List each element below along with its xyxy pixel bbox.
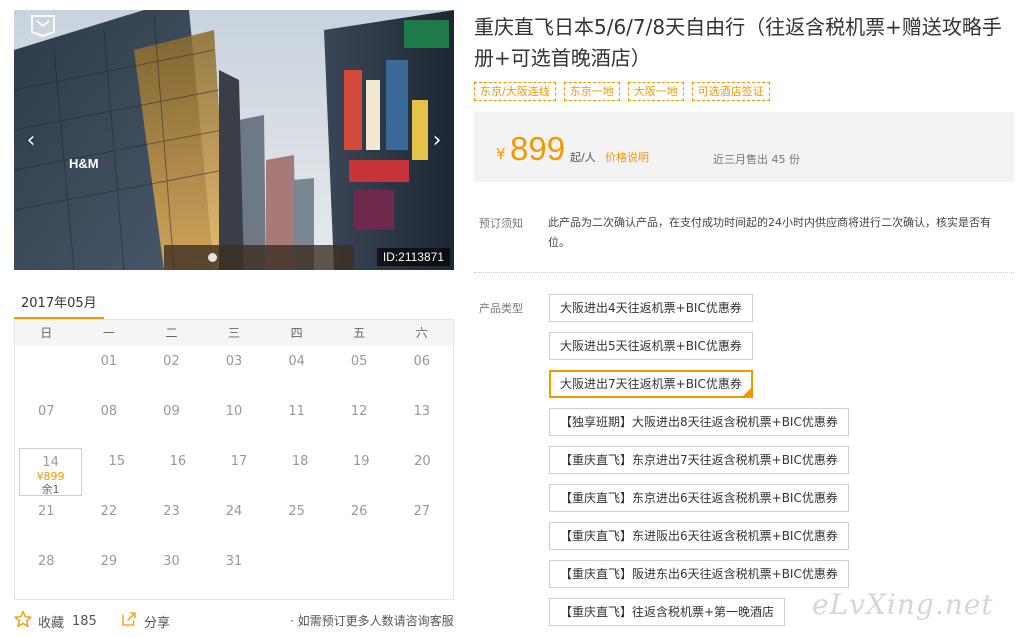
calendar-day-price: ¥899 — [36, 470, 65, 483]
calendar-day: 28 — [38, 554, 55, 569]
product-type-option[interactable]: 【独享班期】大阪进出8天往返含税机票+BIC优惠券 — [549, 408, 849, 436]
sales-count: 近三月售出 45 份 — [713, 153, 800, 166]
calendar-day: 02 — [163, 354, 180, 369]
product-tag[interactable]: 大阪一地 — [627, 82, 684, 101]
calendar-day: 08 — [100, 404, 118, 419]
carousel-indicator-dot[interactable] — [208, 253, 217, 262]
section-divider — [474, 272, 1014, 273]
calendar-day: 17 — [230, 454, 248, 469]
calendar-day: 19 — [353, 454, 370, 469]
share-button[interactable]: 分享 — [120, 610, 170, 632]
currency-symbol: ¥ — [496, 145, 506, 163]
product-type-option-selected[interactable]: 大阪进出7天往返机票+BIC优惠券 — [549, 370, 753, 398]
calendar-month-tab[interactable]: 2017年05月 — [14, 285, 104, 320]
share-label: 分享 — [144, 615, 171, 631]
calendar-day: 30 — [163, 554, 180, 569]
calendar-grid: 01 02 03 04 05 06 07 08 09 10 11 12 13 1… — [15, 346, 453, 596]
price-unit: 起/人 — [570, 151, 596, 164]
calendar-day: 31 — [225, 554, 243, 569]
consult-note: · 如需预订更多人数请咨询客服 — [290, 614, 454, 628]
calendar-day: 04 — [288, 354, 305, 369]
price-explanation-link[interactable]: 价格说明 — [605, 149, 649, 165]
weekday-label: 三 — [228, 326, 241, 340]
calendar-day-number: 14 — [42, 455, 59, 470]
calendar-day — [265, 546, 328, 596]
calendar-day: 16 — [169, 454, 187, 469]
calendar-day: 09 — [163, 404, 180, 419]
price-amount: 899 — [510, 130, 566, 167]
weekday-label: 一 — [102, 326, 115, 340]
share-icon — [120, 610, 138, 632]
weekday-label: 六 — [415, 326, 428, 340]
calendar-day: 23 — [163, 504, 180, 519]
product-type-option[interactable]: 大阪进出5天往返机票+BIC优惠券 — [549, 332, 753, 360]
weekday-label: 四 — [290, 326, 303, 340]
product-tag[interactable]: 东京/大阪连线 — [474, 82, 556, 101]
calendar-week: 14 ¥899 余1 15 16 17 18 19 20 — [15, 446, 453, 496]
calendar-day: 13 — [413, 404, 431, 419]
calendar-weekday-header: 日 一 二 三 四 五 六 — [15, 320, 453, 346]
city-street-photo: H&M — [14, 10, 454, 270]
image-id-label: ID:2113871 — [376, 248, 450, 266]
product-type-option[interactable]: 【重庆直飞】东京进出6天往返含税机票+BIC优惠券 — [549, 484, 849, 512]
product-type-options: 大阪进出4天往返机票+BIC优惠券 大阪进出5天往返机票+BIC优惠券 大阪进出… — [549, 294, 1009, 636]
favorite-button[interactable]: 收藏 185 — [14, 610, 97, 632]
watermark: eLvXing.net — [812, 588, 994, 621]
svg-text:H&M: H&M — [69, 156, 99, 171]
calendar: 日 一 二 三 四 五 六 01 02 03 04 05 06 07 08 09… — [14, 320, 454, 600]
calendar-day: 06 — [413, 354, 431, 369]
product-type-option[interactable]: 大阪进出4天往返机票+BIC优惠券 — [549, 294, 753, 322]
brand-badge-icon — [28, 12, 58, 38]
product-title: 重庆直飞日本5/6/7/8天自由行（往返含税机票+赠送攻略手册+可选首晚酒店） — [474, 15, 1002, 70]
calendar-day: 18 — [291, 454, 309, 469]
product-tag[interactable]: 东京一地 — [563, 82, 620, 101]
calendar-day: 21 — [38, 504, 55, 519]
favorite-count: 185 — [72, 613, 97, 629]
calendar-day: 11 — [288, 404, 305, 419]
booking-notice-label: 预订须知 — [479, 217, 523, 230]
calendar-day — [390, 546, 453, 596]
calendar-day — [15, 346, 78, 396]
calendar-week: 07 08 09 10 11 12 13 — [15, 396, 453, 446]
calendar-week: 28 29 30 31 — [15, 546, 453, 596]
calendar-day: 22 — [100, 504, 118, 519]
calendar-day: 05 — [350, 354, 368, 369]
product-tags: 东京/大阪连线 东京一地 大阪一地 可选酒店签证 — [474, 82, 770, 101]
hero-image: H&M ‹ › ID:2113871 — [14, 10, 454, 270]
calendar-week: 21 22 23 24 25 26 27 — [15, 496, 453, 546]
product-type-option[interactable]: 【重庆直飞】阪进东出6天往返含税机票+BIC优惠券 — [549, 560, 849, 588]
star-icon — [14, 610, 32, 632]
calendar-day-available[interactable]: 14 ¥899 余1 — [19, 448, 83, 496]
calendar-day-stock: 余1 — [41, 483, 60, 496]
booking-notice-text: 此产品为二次确认产品，在支付成功时间起的24小时内供应商将进行二次确认，核实是否… — [548, 216, 991, 249]
calendar-day: 03 — [225, 354, 243, 369]
weekday-label: 二 — [165, 326, 178, 340]
calendar-day: 29 — [100, 554, 118, 569]
prev-image-arrow-icon[interactable]: ‹ — [20, 128, 42, 154]
favorite-label: 收藏 — [38, 615, 65, 631]
calendar-day: 20 — [414, 454, 431, 469]
calendar-day: 24 — [225, 504, 243, 519]
product-type-option[interactable]: 【重庆直飞】东京进出7天往返含税机票+BIC优惠券 — [549, 446, 849, 474]
weekday-label: 五 — [353, 326, 366, 340]
calendar-day — [328, 546, 391, 596]
calendar-day: 27 — [413, 504, 431, 519]
calendar-day: 25 — [288, 504, 305, 519]
calendar-day: 07 — [38, 404, 55, 419]
product-type-label: 产品类型 — [479, 302, 523, 315]
calendar-day: 15 — [108, 454, 125, 469]
calendar-day: 26 — [350, 504, 368, 519]
calendar-day: 12 — [350, 404, 368, 419]
price-panel: ¥ 899 起/人 价格说明 近三月售出 45 份 — [474, 112, 1014, 182]
weekday-label: 日 — [40, 326, 53, 340]
next-image-arrow-icon[interactable]: › — [426, 128, 448, 154]
calendar-week: 01 02 03 04 05 06 — [15, 346, 453, 396]
product-tag[interactable]: 可选酒店签证 — [691, 82, 770, 101]
calendar-day: 01 — [100, 354, 118, 369]
product-type-option[interactable]: 【重庆直飞】往返含税机票+第一晚酒店 — [549, 598, 786, 626]
calendar-day: 10 — [225, 404, 243, 419]
product-type-option[interactable]: 【重庆直飞】东进阪出6天往返含税机票+BIC优惠券 — [549, 522, 849, 550]
